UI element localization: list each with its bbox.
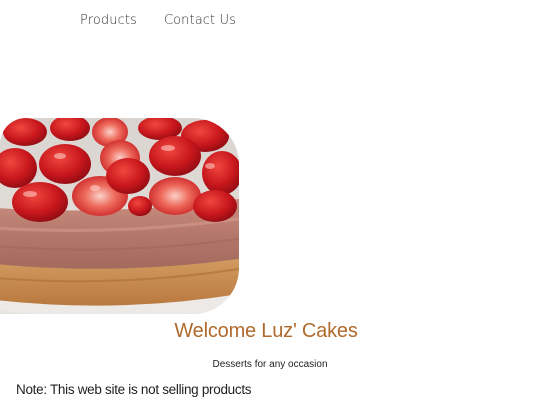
hero-cake-image — [0, 118, 239, 314]
top-nav: Products Contact Us — [80, 13, 236, 28]
nav-link-products[interactable]: Products — [80, 13, 137, 28]
page: Products Contact Us Welcome Luz' Cakes D… — [0, 0, 540, 405]
tagline-text: Desserts for any occasion — [212, 359, 328, 370]
disclaimer-note: Note: This web site is not selling produ… — [16, 382, 252, 397]
welcome-heading: Welcome Luz' Cakes — [174, 320, 358, 342]
nav-link-contact-us[interactable]: Contact Us — [164, 13, 236, 28]
